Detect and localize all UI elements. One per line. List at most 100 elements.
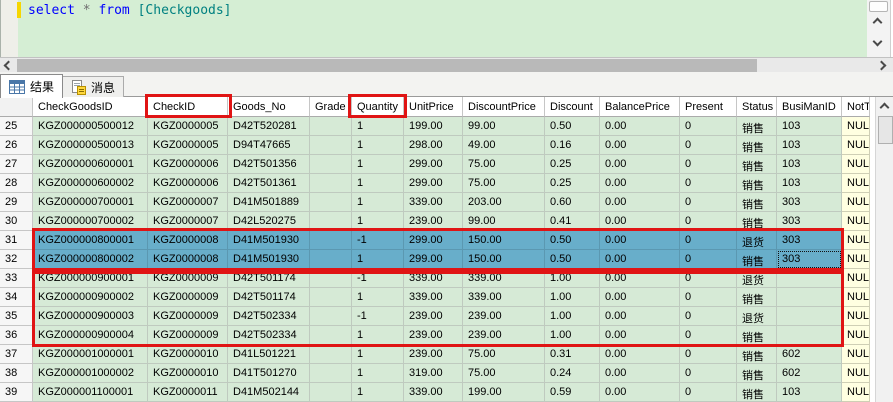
cell-discountprice[interactable]: 99.00 (463, 117, 545, 136)
row-number[interactable]: 25 (0, 117, 33, 136)
cell-checkid[interactable]: KGZ0000006 (148, 174, 228, 193)
row-number[interactable]: 28 (0, 174, 33, 193)
cell-checkid[interactable]: KGZ0000009 (148, 288, 228, 307)
cell-grade[interactable] (310, 212, 352, 231)
cell-grade[interactable] (310, 345, 352, 364)
cell-unitprice[interactable]: 239.00 (404, 212, 463, 231)
cell-checkid[interactable]: KGZ0000009 (148, 326, 228, 345)
cell-status[interactable]: 销售 (737, 155, 777, 174)
cell-goods_no[interactable]: D42T520281 (228, 117, 310, 136)
cell-unitprice[interactable]: 298.00 (404, 136, 463, 155)
cell-checkgoodsid[interactable]: KGZ000001100001 (33, 383, 148, 402)
cell-quantity[interactable]: -1 (352, 269, 404, 288)
cell-discount[interactable]: 1.00 (545, 326, 600, 345)
row-number[interactable]: 34 (0, 288, 33, 307)
cell-grade[interactable] (310, 364, 352, 383)
cell-checkgoodsid[interactable]: KGZ000000900004 (33, 326, 148, 345)
cell-nott[interactable]: NULL (842, 288, 870, 307)
cell-balanceprice[interactable]: 0.00 (600, 231, 680, 250)
cell-goods_no[interactable]: D94T47665 (228, 136, 310, 155)
cell-unitprice[interactable]: 239.00 (404, 345, 463, 364)
cell-nott[interactable]: NULL (842, 174, 870, 193)
cell-balanceprice[interactable]: 0.00 (600, 193, 680, 212)
cell-grade[interactable] (310, 174, 352, 193)
cell-nott[interactable]: NULL (842, 155, 870, 174)
cell-balanceprice[interactable]: 0.00 (600, 288, 680, 307)
scrollbar-thumb[interactable] (878, 116, 893, 144)
cell-nott[interactable]: NULL (842, 269, 870, 288)
cell-busimanid[interactable]: 303 (777, 231, 842, 250)
cell-present[interactable]: 0 (680, 364, 737, 383)
column-header-quantity[interactable]: Quantity (352, 97, 404, 117)
cell-present[interactable]: 0 (680, 231, 737, 250)
cell-balanceprice[interactable]: 0.00 (600, 155, 680, 174)
cell-grade[interactable] (310, 383, 352, 402)
cell-balanceprice[interactable]: 0.00 (600, 326, 680, 345)
column-header-discount[interactable]: Discount (545, 97, 600, 117)
row-number[interactable]: 31 (0, 231, 33, 250)
cell-goods_no[interactable]: D42T501356 (228, 155, 310, 174)
cell-discountprice[interactable]: 239.00 (463, 307, 545, 326)
cell-nott[interactable]: NULL (842, 250, 870, 269)
scrollbar-thumb[interactable] (17, 59, 757, 72)
cell-discountprice[interactable]: 75.00 (463, 155, 545, 174)
cell-checkid[interactable]: KGZ0000007 (148, 193, 228, 212)
cell-checkid[interactable]: KGZ0000009 (148, 269, 228, 288)
cell-discountprice[interactable]: 150.00 (463, 250, 545, 269)
cell-status[interactable]: 退货 (737, 307, 777, 326)
cell-unitprice[interactable]: 339.00 (404, 383, 463, 402)
cell-checkgoodsid[interactable]: KGZ000001000001 (33, 345, 148, 364)
cell-unitprice[interactable]: 339.00 (404, 288, 463, 307)
cell-checkgoodsid[interactable]: KGZ000000500012 (33, 117, 148, 136)
column-header-status[interactable]: Status (737, 97, 777, 117)
cell-discountprice[interactable]: 203.00 (463, 193, 545, 212)
cell-checkgoodsid[interactable]: KGZ000000500013 (33, 136, 148, 155)
scroll-right-icon[interactable] (876, 60, 887, 71)
cell-checkgoodsid[interactable]: KGZ000001000002 (33, 364, 148, 383)
cell-goods_no[interactable]: D41M501889 (228, 193, 310, 212)
cell-unitprice[interactable]: 319.00 (404, 364, 463, 383)
cell-busimanid[interactable]: 103 (777, 383, 842, 402)
cell-present[interactable]: 0 (680, 288, 737, 307)
cell-present[interactable]: 0 (680, 383, 737, 402)
cell-busimanid[interactable] (777, 269, 842, 288)
scroll-up-icon[interactable] (879, 102, 890, 113)
cell-checkgoodsid[interactable]: KGZ000000900003 (33, 307, 148, 326)
cell-discount[interactable]: 0.59 (545, 383, 600, 402)
cell-discountprice[interactable]: 339.00 (463, 269, 545, 288)
cell-discountprice[interactable]: 75.00 (463, 345, 545, 364)
cell-checkid[interactable]: KGZ0000011 (148, 383, 228, 402)
cell-goods_no[interactable]: D41M501930 (228, 231, 310, 250)
scroll-left-icon[interactable] (3, 60, 14, 71)
cell-checkgoodsid[interactable]: KGZ000000700002 (33, 212, 148, 231)
cell-busimanid[interactable]: 103 (777, 174, 842, 193)
cell-status[interactable]: 销售 (737, 288, 777, 307)
grid-vertical-scrollbar[interactable] (875, 97, 893, 402)
row-number[interactable]: 33 (0, 269, 33, 288)
cell-present[interactable]: 0 (680, 269, 737, 288)
cell-balanceprice[interactable]: 0.00 (600, 307, 680, 326)
cell-checkgoodsid[interactable]: KGZ000000700001 (33, 193, 148, 212)
cell-goods_no[interactable]: D42T501174 (228, 288, 310, 307)
cell-present[interactable]: 0 (680, 117, 737, 136)
cell-discountprice[interactable]: 239.00 (463, 326, 545, 345)
cell-grade[interactable] (310, 326, 352, 345)
cell-discount[interactable]: 0.25 (545, 174, 600, 193)
cell-unitprice[interactable]: 239.00 (404, 326, 463, 345)
cell-checkid[interactable]: KGZ0000010 (148, 364, 228, 383)
column-header-busimanid[interactable]: BusiManID (777, 97, 842, 117)
column-header-unitprice[interactable]: UnitPrice (404, 97, 463, 117)
column-header-balanceprice[interactable]: BalancePrice (600, 97, 680, 117)
cell-present[interactable]: 0 (680, 174, 737, 193)
cell-present[interactable]: 0 (680, 155, 737, 174)
scroll-up-icon[interactable] (872, 17, 883, 28)
cell-discount[interactable]: 0.41 (545, 212, 600, 231)
cell-busimanid[interactable]: 103 (777, 155, 842, 174)
cell-quantity[interactable]: 1 (352, 288, 404, 307)
row-number[interactable]: 27 (0, 155, 33, 174)
cell-balanceprice[interactable]: 0.00 (600, 136, 680, 155)
cell-grade[interactable] (310, 269, 352, 288)
row-number[interactable]: 32 (0, 250, 33, 269)
cell-grade[interactable] (310, 250, 352, 269)
row-number[interactable]: 26 (0, 136, 33, 155)
